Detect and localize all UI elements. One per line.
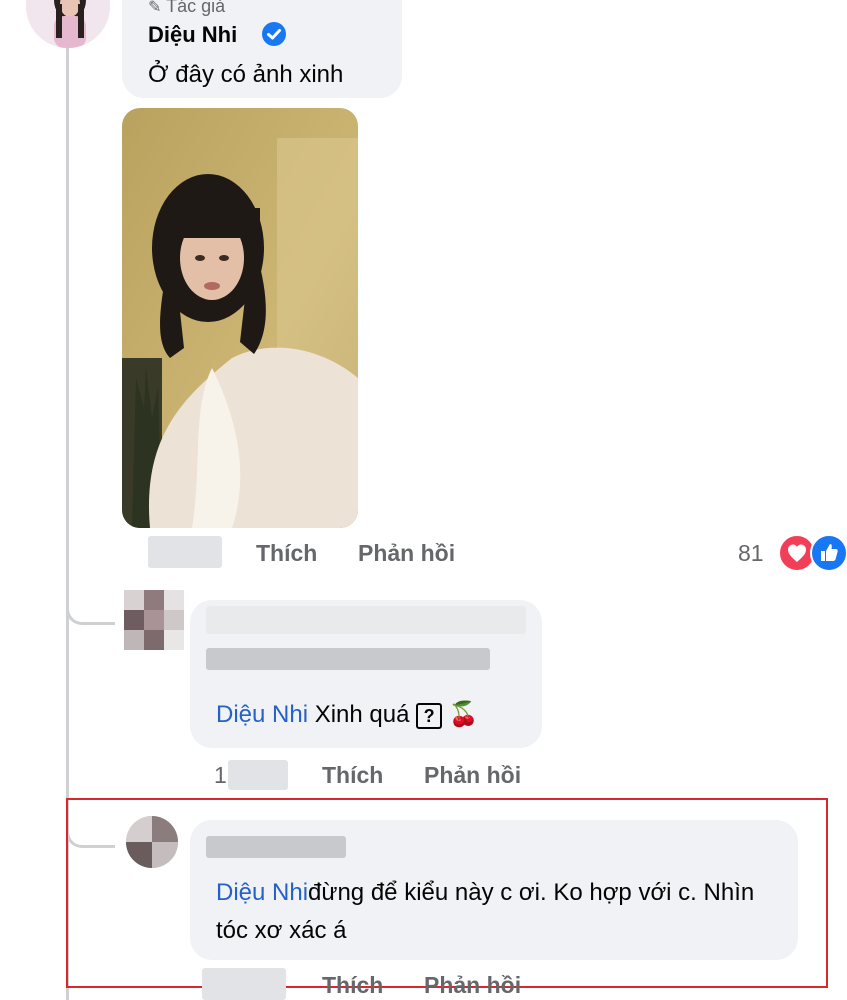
reply2-avatar[interactable] [126, 816, 178, 868]
reply1-bubble: Diệu Nhi Xinh quá ? 🍒 [190, 600, 542, 748]
reply1-avatar[interactable] [124, 590, 184, 650]
comment-text: Ở đây có ảnh xinh [148, 61, 344, 88]
like-button[interactable]: Thích [322, 762, 383, 789]
pixelated-avatar [124, 590, 184, 650]
avatar-image [26, 0, 110, 48]
pixelated-avatar [126, 816, 178, 868]
thread-branch [66, 560, 115, 625]
redacted-timestamp [202, 968, 286, 1000]
like-button[interactable]: Thích [256, 540, 317, 567]
photo-image [122, 108, 358, 528]
reply-button[interactable]: Phản hồi [424, 762, 521, 789]
reply2-text: Diệu Nhiđừng để kiểu này c ơi. Ko hợp vớ… [216, 874, 786, 950]
unknown-emoji-icon: ? [416, 702, 443, 729]
author-name[interactable]: Diệu Nhi [148, 22, 237, 48]
reply1-timestamp: 1 [214, 762, 227, 788]
author-tag: ✎ Tác giả [148, 0, 225, 17]
mention-link[interactable]: Diệu Nhi [216, 879, 308, 906]
comment-photo[interactable] [122, 108, 358, 528]
author-tag-label: Tác giả [166, 0, 226, 16]
author-comment-bubble: ✎ Tác giả Diệu Nhi Ở đây có ảnh xinh [122, 0, 402, 98]
redacted-name [206, 606, 526, 634]
mention-link[interactable]: Diệu Nhi [216, 701, 308, 728]
reaction-count: 81 [738, 540, 764, 566]
redacted-timestamp [148, 536, 222, 568]
reply1-text: Diệu Nhi Xinh quá ? 🍒 [216, 696, 479, 734]
cherry-emoji-icon: 🍒 [448, 701, 479, 728]
like-button[interactable]: Thích [322, 972, 383, 999]
redacted-timestamp [228, 760, 288, 790]
reply-button[interactable]: Phản hồi [424, 972, 521, 999]
reply2-bubble: Diệu Nhiđừng để kiểu này c ơi. Ko hợp vớ… [190, 820, 798, 960]
verified-badge-icon [262, 22, 286, 46]
author-avatar[interactable] [26, 0, 110, 48]
reply-button[interactable]: Phản hồi [358, 540, 455, 567]
pen-icon: ✎ [148, 0, 162, 16]
redacted-name [206, 648, 490, 670]
like-icon [810, 534, 847, 572]
redacted-name [206, 836, 346, 858]
reply1-message: Xinh quá [314, 701, 410, 728]
